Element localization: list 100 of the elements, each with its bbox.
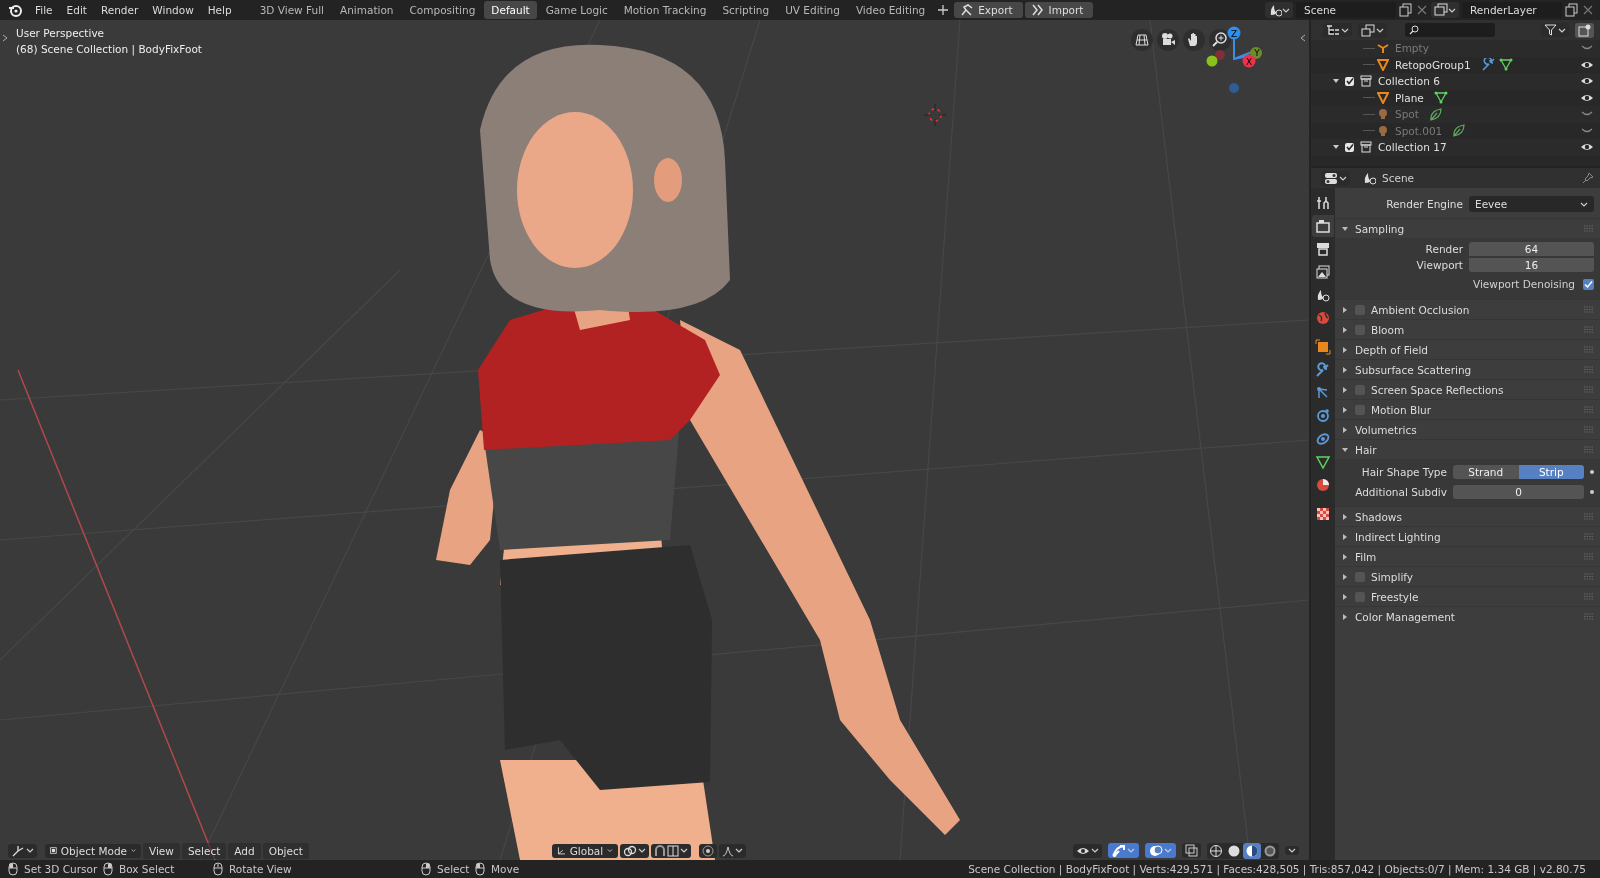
outliner-item[interactable]: Plane xyxy=(1395,91,1424,104)
panel-header[interactable]: Ambient Occlusion xyxy=(1371,303,1470,316)
object-icon[interactable] xyxy=(1315,339,1331,355)
panel-header[interactable]: Simplify xyxy=(1371,570,1414,583)
disclosure-triangle-icon[interactable] xyxy=(1341,572,1349,581)
drag-grip-icon[interactable] xyxy=(1584,573,1594,580)
drag-grip-icon[interactable] xyxy=(1584,406,1594,413)
menu-item[interactable]: Help xyxy=(200,2,239,18)
disclosure-triangle-icon[interactable] xyxy=(1341,385,1349,394)
menu-item[interactable]: Select xyxy=(181,842,227,859)
panel-header[interactable]: Bloom xyxy=(1371,323,1405,336)
disclosure-triangle-icon[interactable] xyxy=(1341,345,1349,354)
outliner-item[interactable]: Collection 17 xyxy=(1378,141,1447,154)
wrench-icon[interactable] xyxy=(1315,362,1331,378)
close-icon[interactable] xyxy=(1416,4,1428,16)
copy-icon[interactable] xyxy=(1565,3,1579,17)
panel-header[interactable]: Sampling xyxy=(1355,222,1405,235)
disclosure-triangle-icon[interactable] xyxy=(1341,365,1349,374)
number-field[interactable]: 0 xyxy=(1453,485,1584,499)
outliner-item[interactable]: Spot.001 xyxy=(1395,124,1443,137)
editor-type-button[interactable] xyxy=(1323,23,1352,37)
dot-icon[interactable] xyxy=(1590,470,1594,474)
render-engine-dropdown[interactable]: Eevee xyxy=(1469,196,1594,212)
outliner-item[interactable]: Collection 6 xyxy=(1378,75,1440,88)
workspace-tab[interactable]: 3D View Full xyxy=(252,1,331,19)
view-layer-name-field[interactable]: RenderLayer xyxy=(1462,2,1562,18)
disclosure-triangle-icon[interactable] xyxy=(1341,325,1349,334)
shading-mode-button[interactable] xyxy=(1207,842,1225,859)
menu-item[interactable]: View xyxy=(143,842,180,859)
overlay-button[interactable] xyxy=(1145,843,1176,858)
display-mode-button[interactable] xyxy=(1358,22,1387,38)
copy-icon[interactable] xyxy=(1399,3,1413,17)
drag-grip-icon[interactable] xyxy=(1584,446,1594,453)
panel-header[interactable]: Volumetrics xyxy=(1355,423,1417,436)
plus-icon[interactable] xyxy=(938,5,949,15)
disclosure-triangle-icon[interactable] xyxy=(1341,445,1349,454)
filter-button[interactable] xyxy=(1541,23,1569,37)
workspace-tab[interactable]: Video Editing xyxy=(848,1,933,19)
drag-grip-icon[interactable] xyxy=(1584,326,1594,333)
image-icon[interactable] xyxy=(1315,264,1331,280)
drag-grip-icon[interactable] xyxy=(1584,306,1594,313)
drag-grip-icon[interactable] xyxy=(1584,553,1594,560)
workspace-tab[interactable]: Scripting xyxy=(715,1,777,19)
zoom-icon[interactable] xyxy=(1211,31,1229,49)
panel-header[interactable]: Film xyxy=(1355,550,1377,563)
panel-header[interactable]: Freestyle xyxy=(1371,590,1419,603)
blender-logo-icon[interactable] xyxy=(8,3,22,17)
panel-header[interactable]: Motion Blur xyxy=(1371,403,1432,416)
shading-options-button[interactable] xyxy=(1285,846,1299,855)
export-button[interactable]: Export xyxy=(954,2,1023,18)
menu-item[interactable]: Object xyxy=(262,842,309,859)
drag-grip-icon[interactable] xyxy=(1584,386,1594,393)
number-field[interactable]: 16 xyxy=(1469,258,1594,272)
printer-icon[interactable] xyxy=(1315,241,1331,257)
disclosure-triangle-icon[interactable] xyxy=(1341,592,1349,601)
workspace-tab[interactable]: Default xyxy=(484,1,537,19)
drag-grip-icon[interactable] xyxy=(1584,225,1594,232)
drag-grip-icon[interactable] xyxy=(1584,426,1594,433)
panel-header[interactable]: Hair xyxy=(1355,443,1377,456)
workspace-tab[interactable]: Animation xyxy=(333,1,401,19)
disclosure-triangle-icon[interactable] xyxy=(1341,425,1349,434)
checkbox[interactable] xyxy=(1583,278,1594,290)
workspace-tab[interactable]: Compositing xyxy=(402,1,483,19)
checker-icon[interactable] xyxy=(1315,506,1331,522)
panel-header[interactable]: Color Management xyxy=(1355,610,1455,623)
outliner-item[interactable]: RetopoGroup1 xyxy=(1395,58,1471,71)
scene-name-field[interactable]: Scene xyxy=(1296,2,1396,18)
disclosure-triangle-icon[interactable] xyxy=(1341,532,1349,541)
option-button[interactable]: Strand xyxy=(1453,465,1519,479)
scene-selector[interactable] xyxy=(1265,2,1293,18)
drag-grip-icon[interactable] xyxy=(1584,513,1594,520)
menu-item[interactable]: Window xyxy=(145,2,201,18)
tool-icon[interactable] xyxy=(1315,195,1331,211)
drag-grip-icon[interactable] xyxy=(1584,346,1594,353)
dot-icon[interactable] xyxy=(1590,490,1594,494)
menu-item[interactable]: Add xyxy=(228,842,261,859)
axis-gizmo[interactable]: Z Y X xyxy=(1200,24,1264,102)
menu-item[interactable]: Edit xyxy=(59,2,94,18)
close-icon[interactable] xyxy=(1582,4,1594,16)
search-field[interactable] xyxy=(1405,23,1495,37)
workspace-tab[interactable]: UV Editing xyxy=(778,1,847,19)
drag-grip-icon[interactable] xyxy=(1584,533,1594,540)
material-icon[interactable] xyxy=(1315,477,1331,493)
mesh-icon[interactable] xyxy=(1315,454,1331,470)
panel-header[interactable]: Subsurface Scattering xyxy=(1355,363,1472,376)
disclosure-triangle-icon[interactable] xyxy=(1341,552,1349,561)
import-button[interactable]: Import xyxy=(1024,2,1094,18)
disclosure-triangle-icon[interactable] xyxy=(1341,612,1349,621)
drag-grip-icon[interactable] xyxy=(1584,613,1594,620)
pin-icon[interactable] xyxy=(1582,172,1594,184)
new-collection-button[interactable] xyxy=(1575,22,1594,38)
checkbox[interactable] xyxy=(1345,142,1354,152)
workspace-tab[interactable]: Motion Tracking xyxy=(616,1,714,19)
crosshair-icon[interactable] xyxy=(924,104,946,126)
disclosure-triangle-icon[interactable] xyxy=(1341,512,1349,521)
panel-header[interactable]: Depth of Field xyxy=(1355,343,1428,356)
drag-grip-icon[interactable] xyxy=(1584,593,1594,600)
editor-type-button[interactable] xyxy=(1321,170,1350,186)
menu-item[interactable]: Render xyxy=(93,2,146,18)
option-button[interactable]: Strip xyxy=(1518,465,1584,479)
